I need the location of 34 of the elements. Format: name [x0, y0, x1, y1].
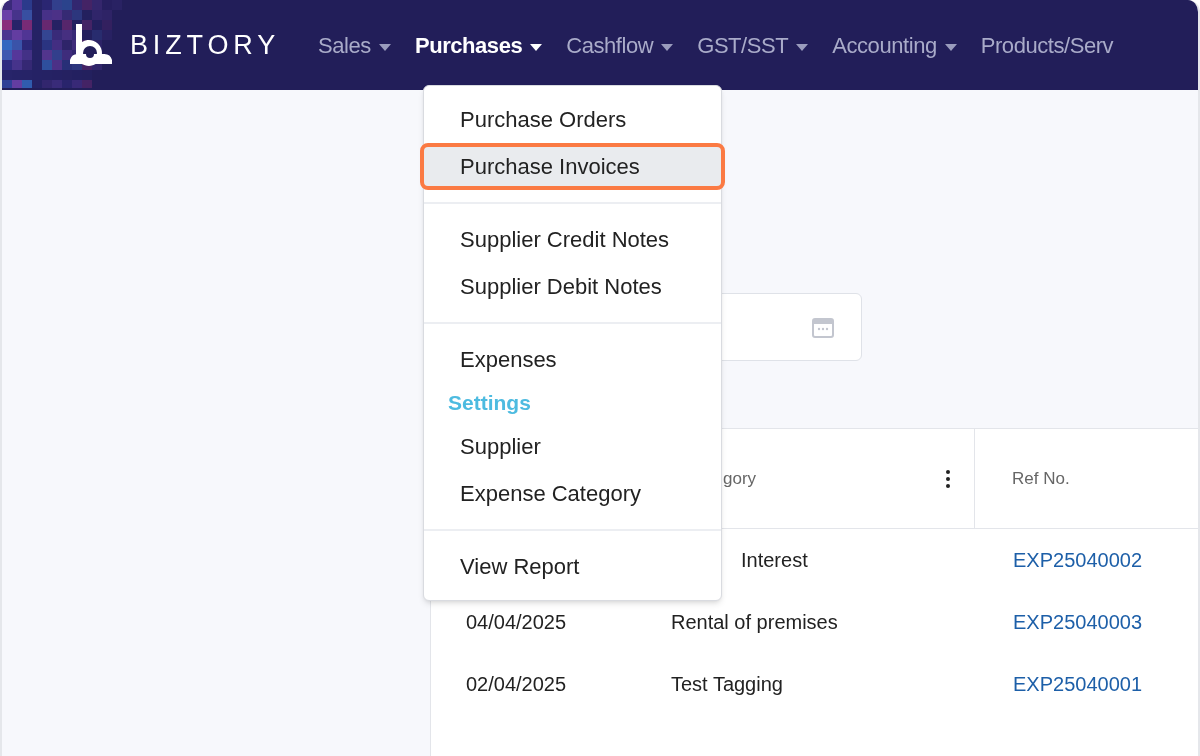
nav-menu[interactable]: Cashflow — [566, 28, 674, 62]
nav-menu[interactable]: GST/SST — [697, 28, 809, 62]
table-cell: Test Tagging — [671, 673, 783, 695]
caret-icon — [944, 43, 957, 51]
table-cell: 04/04/2025 — [466, 611, 567, 633]
more-options-icon[interactable] — [946, 469, 950, 488]
caret-icon — [378, 43, 391, 51]
nav-menu[interactable]: Purchases — [414, 28, 543, 62]
nav-menu[interactable]: Accounting — [832, 28, 957, 62]
reference-link[interactable]: EXP25040003 — [1013, 611, 1142, 633]
caret-icon — [530, 43, 543, 51]
reference-link[interactable]: EXP25040002 — [1013, 549, 1142, 571]
brand-name: BIZTORY — [130, 28, 281, 62]
menu-item[interactable]: Supplier Debit Notes — [424, 263, 721, 310]
table-cell: 02/04/2025 — [466, 673, 567, 695]
calendar-icon — [811, 315, 835, 339]
nav-menu[interactable]: Sales — [318, 28, 391, 62]
menu-section-heading: Settings — [448, 390, 531, 417]
caret-icon — [796, 43, 809, 51]
menu-item[interactable]: Purchase Orders — [424, 96, 721, 143]
table-cell: Interest — [741, 549, 808, 571]
reference-link[interactable]: EXP25040001 — [1013, 673, 1142, 695]
nav-menu[interactable]: Products/Serv — [980, 28, 1114, 62]
table-cell: Rental of premises — [671, 611, 838, 633]
menu-item[interactable]: View Report — [424, 543, 721, 590]
menu-item[interactable]: Expense Category — [424, 470, 721, 517]
caret-icon — [661, 43, 674, 51]
menu-item[interactable]: Purchase Invoices — [420, 143, 725, 190]
menu-item[interactable]: Expenses — [424, 336, 721, 383]
menu-item[interactable]: Supplier — [424, 423, 721, 470]
logo-icon — [68, 22, 114, 68]
menu-item[interactable]: Supplier Credit Notes — [424, 216, 721, 263]
column-header: gory — [723, 467, 757, 490]
column-header: Ref No. — [1012, 467, 1070, 490]
